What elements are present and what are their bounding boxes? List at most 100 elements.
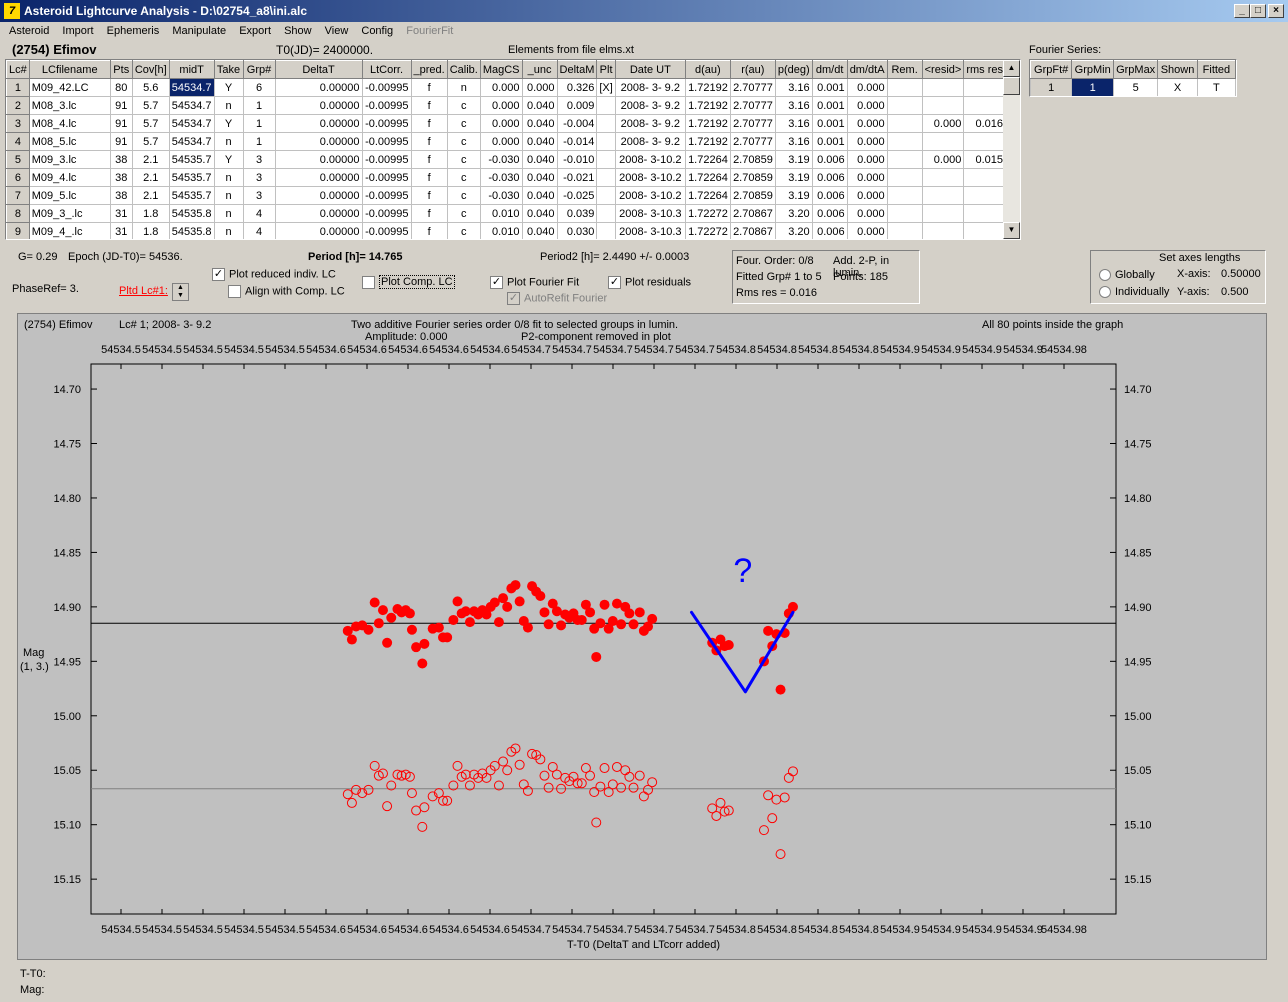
column-header[interactable]: <resid> bbox=[921, 60, 965, 79]
table-cell[interactable] bbox=[886, 78, 923, 97]
table-cell[interactable]: c bbox=[446, 150, 481, 169]
row-header[interactable]: 5 bbox=[6, 150, 30, 169]
table-cell[interactable]: Y bbox=[213, 150, 244, 169]
table-cell[interactable]: 80 bbox=[109, 78, 133, 97]
table-cell[interactable] bbox=[886, 114, 923, 133]
table-cell[interactable]: M09_42.LC bbox=[28, 78, 111, 97]
column-header[interactable]: _pred. bbox=[410, 60, 448, 79]
table-cell[interactable] bbox=[886, 222, 923, 239]
table-row[interactable]: 8 M09_3_.lc 31 1.8 54535.8 n 4 0.00000 -0.00995 f… bbox=[6, 204, 1006, 223]
row-header[interactable]: 3 bbox=[6, 114, 30, 133]
row-header[interactable]: 2 bbox=[6, 96, 30, 115]
table-cell[interactable]: 0.040 bbox=[521, 132, 558, 151]
table-cell[interactable]: c bbox=[446, 204, 481, 223]
fourier-row[interactable]: 1 1 5 X T bbox=[1030, 78, 1236, 96]
table-cell[interactable]: 31 bbox=[109, 222, 133, 239]
table-cell[interactable]: M09_3_.lc bbox=[28, 204, 111, 223]
table-row[interactable]: 9 M09_4_.lc 31 1.8 54535.8 n 4 0.00000 -0.00995 f… bbox=[6, 222, 1006, 239]
table-cell[interactable]: -0.004 bbox=[556, 114, 598, 133]
table-cell[interactable]: 3.16 bbox=[774, 96, 813, 115]
column-header[interactable]: LCfilename bbox=[28, 60, 111, 79]
column-header[interactable]: Cov[h] bbox=[131, 60, 170, 79]
table-cell[interactable]: -0.00995 bbox=[361, 186, 412, 205]
table-cell[interactable]: -0.010 bbox=[556, 150, 598, 169]
table-cell[interactable]: 0.006 bbox=[811, 186, 848, 205]
column-header[interactable]: Plt bbox=[596, 60, 616, 79]
table-cell[interactable]: 0.00000 bbox=[274, 114, 363, 133]
table-cell[interactable] bbox=[921, 78, 965, 97]
table-cell[interactable]: 2008- 3-10.3 bbox=[614, 204, 686, 223]
table-cell[interactable]: -0.00995 bbox=[361, 96, 412, 115]
table-cell[interactable]: 0.040 bbox=[521, 168, 558, 187]
table-cell[interactable]: 3.20 bbox=[774, 204, 813, 223]
plot-comp-checkbox[interactable]: Plot Comp. LC bbox=[362, 275, 455, 290]
table-cell[interactable]: 0.00000 bbox=[274, 78, 363, 97]
table-cell[interactable]: 0.000 bbox=[479, 132, 523, 151]
table-cell[interactable] bbox=[886, 186, 923, 205]
menu-ephemeris[interactable]: Ephemeris bbox=[102, 22, 165, 37]
table-cell[interactable]: 0.000 bbox=[846, 78, 888, 97]
table-cell[interactable]: c bbox=[446, 114, 481, 133]
row-header[interactable]: 8 bbox=[6, 204, 30, 223]
table-cell[interactable]: n bbox=[213, 168, 244, 187]
table-cell[interactable]: 5.6 bbox=[131, 78, 170, 97]
table-cell[interactable]: 1.72192 bbox=[684, 132, 731, 151]
table-cell[interactable]: 1.8 bbox=[131, 222, 170, 239]
table-cell[interactable] bbox=[596, 150, 616, 169]
table-cell[interactable]: 1.72192 bbox=[684, 78, 731, 97]
table-cell[interactable]: 0.000 bbox=[846, 186, 888, 205]
table-cell[interactable]: M08_3.lc bbox=[28, 96, 111, 115]
table-cell[interactable]: M09_4.lc bbox=[28, 168, 111, 187]
table-cell[interactable]: -0.021 bbox=[556, 168, 598, 187]
table-cell[interactable]: 2008- 3- 9.2 bbox=[614, 132, 686, 151]
table-cell[interactable]: 2.70777 bbox=[729, 132, 776, 151]
table-cell[interactable]: 5.7 bbox=[131, 96, 170, 115]
table-cell[interactable]: 0.009 bbox=[556, 96, 598, 115]
table-cell[interactable]: 3.19 bbox=[774, 168, 813, 187]
table-cell[interactable]: n bbox=[446, 78, 481, 97]
table-cell[interactable] bbox=[596, 114, 616, 133]
table-cell[interactable] bbox=[886, 150, 923, 169]
table-cell[interactable]: f bbox=[410, 96, 448, 115]
table-cell[interactable] bbox=[921, 168, 965, 187]
table-cell[interactable] bbox=[921, 204, 965, 223]
table-cell[interactable]: 54534.7 bbox=[168, 132, 215, 151]
table-row[interactable]: 2 M08_3.lc 91 5.7 54534.7 n 1 0.00000 -0.00995 f c… bbox=[6, 96, 1006, 115]
table-cell[interactable]: 0.326 bbox=[556, 78, 598, 97]
table-cell[interactable]: n bbox=[213, 96, 244, 115]
table-row[interactable]: 4 M08_5.lc 91 5.7 54534.7 n 1 0.00000 -0.00995 f c… bbox=[6, 132, 1006, 151]
menu-export[interactable]: Export bbox=[234, 22, 276, 37]
table-cell[interactable]: 0.000 bbox=[521, 78, 558, 97]
table-cell[interactable]: 0.000 bbox=[846, 222, 888, 239]
table-cell[interactable]: -0.00995 bbox=[361, 114, 412, 133]
column-header[interactable]: Grp# bbox=[242, 60, 276, 79]
menu-manipulate[interactable]: Manipulate bbox=[167, 22, 231, 37]
table-cell[interactable]: 0.006 bbox=[811, 204, 848, 223]
table-cell[interactable] bbox=[921, 96, 965, 115]
row-header[interactable]: 9 bbox=[6, 222, 30, 239]
table-cell[interactable] bbox=[886, 96, 923, 115]
row-header[interactable]: 1 bbox=[6, 78, 30, 97]
table-cell[interactable]: 54535.8 bbox=[168, 222, 215, 239]
table-cell[interactable]: 0.040 bbox=[521, 96, 558, 115]
table-cell[interactable]: 5.7 bbox=[131, 114, 170, 133]
table-cell[interactable]: 54535.7 bbox=[168, 186, 215, 205]
globally-radio[interactable]: Globally bbox=[1099, 269, 1155, 282]
table-row[interactable]: 7 M09_5.lc 38 2.1 54535.7 n 3 0.00000 -0.00995 f c… bbox=[6, 186, 1006, 205]
table-cell[interactable] bbox=[886, 168, 923, 187]
table-cell[interactable] bbox=[963, 222, 1006, 239]
table-cell[interactable]: -0.00995 bbox=[361, 78, 412, 97]
table-cell[interactable]: 1.72192 bbox=[684, 114, 731, 133]
table-row[interactable]: 6 M09_4.lc 38 2.1 54535.7 n 3 0.00000 -0.00995 f c… bbox=[6, 168, 1006, 187]
table-cell[interactable]: M09_5.lc bbox=[28, 186, 111, 205]
table-cell[interactable]: f bbox=[410, 186, 448, 205]
column-header[interactable]: DeltaM bbox=[556, 60, 598, 79]
table-cell[interactable]: 1.8 bbox=[131, 204, 170, 223]
table-cell[interactable]: 2008- 3-10.3 bbox=[614, 222, 686, 239]
minimize-button[interactable]: _ bbox=[1234, 4, 1250, 18]
fourier-cell-grpmax[interactable]: 5 bbox=[1113, 78, 1159, 96]
table-cell[interactable]: f bbox=[410, 150, 448, 169]
table-cell[interactable]: 91 bbox=[109, 132, 133, 151]
table-cell[interactable]: 91 bbox=[109, 96, 133, 115]
table-cell[interactable] bbox=[963, 204, 1006, 223]
